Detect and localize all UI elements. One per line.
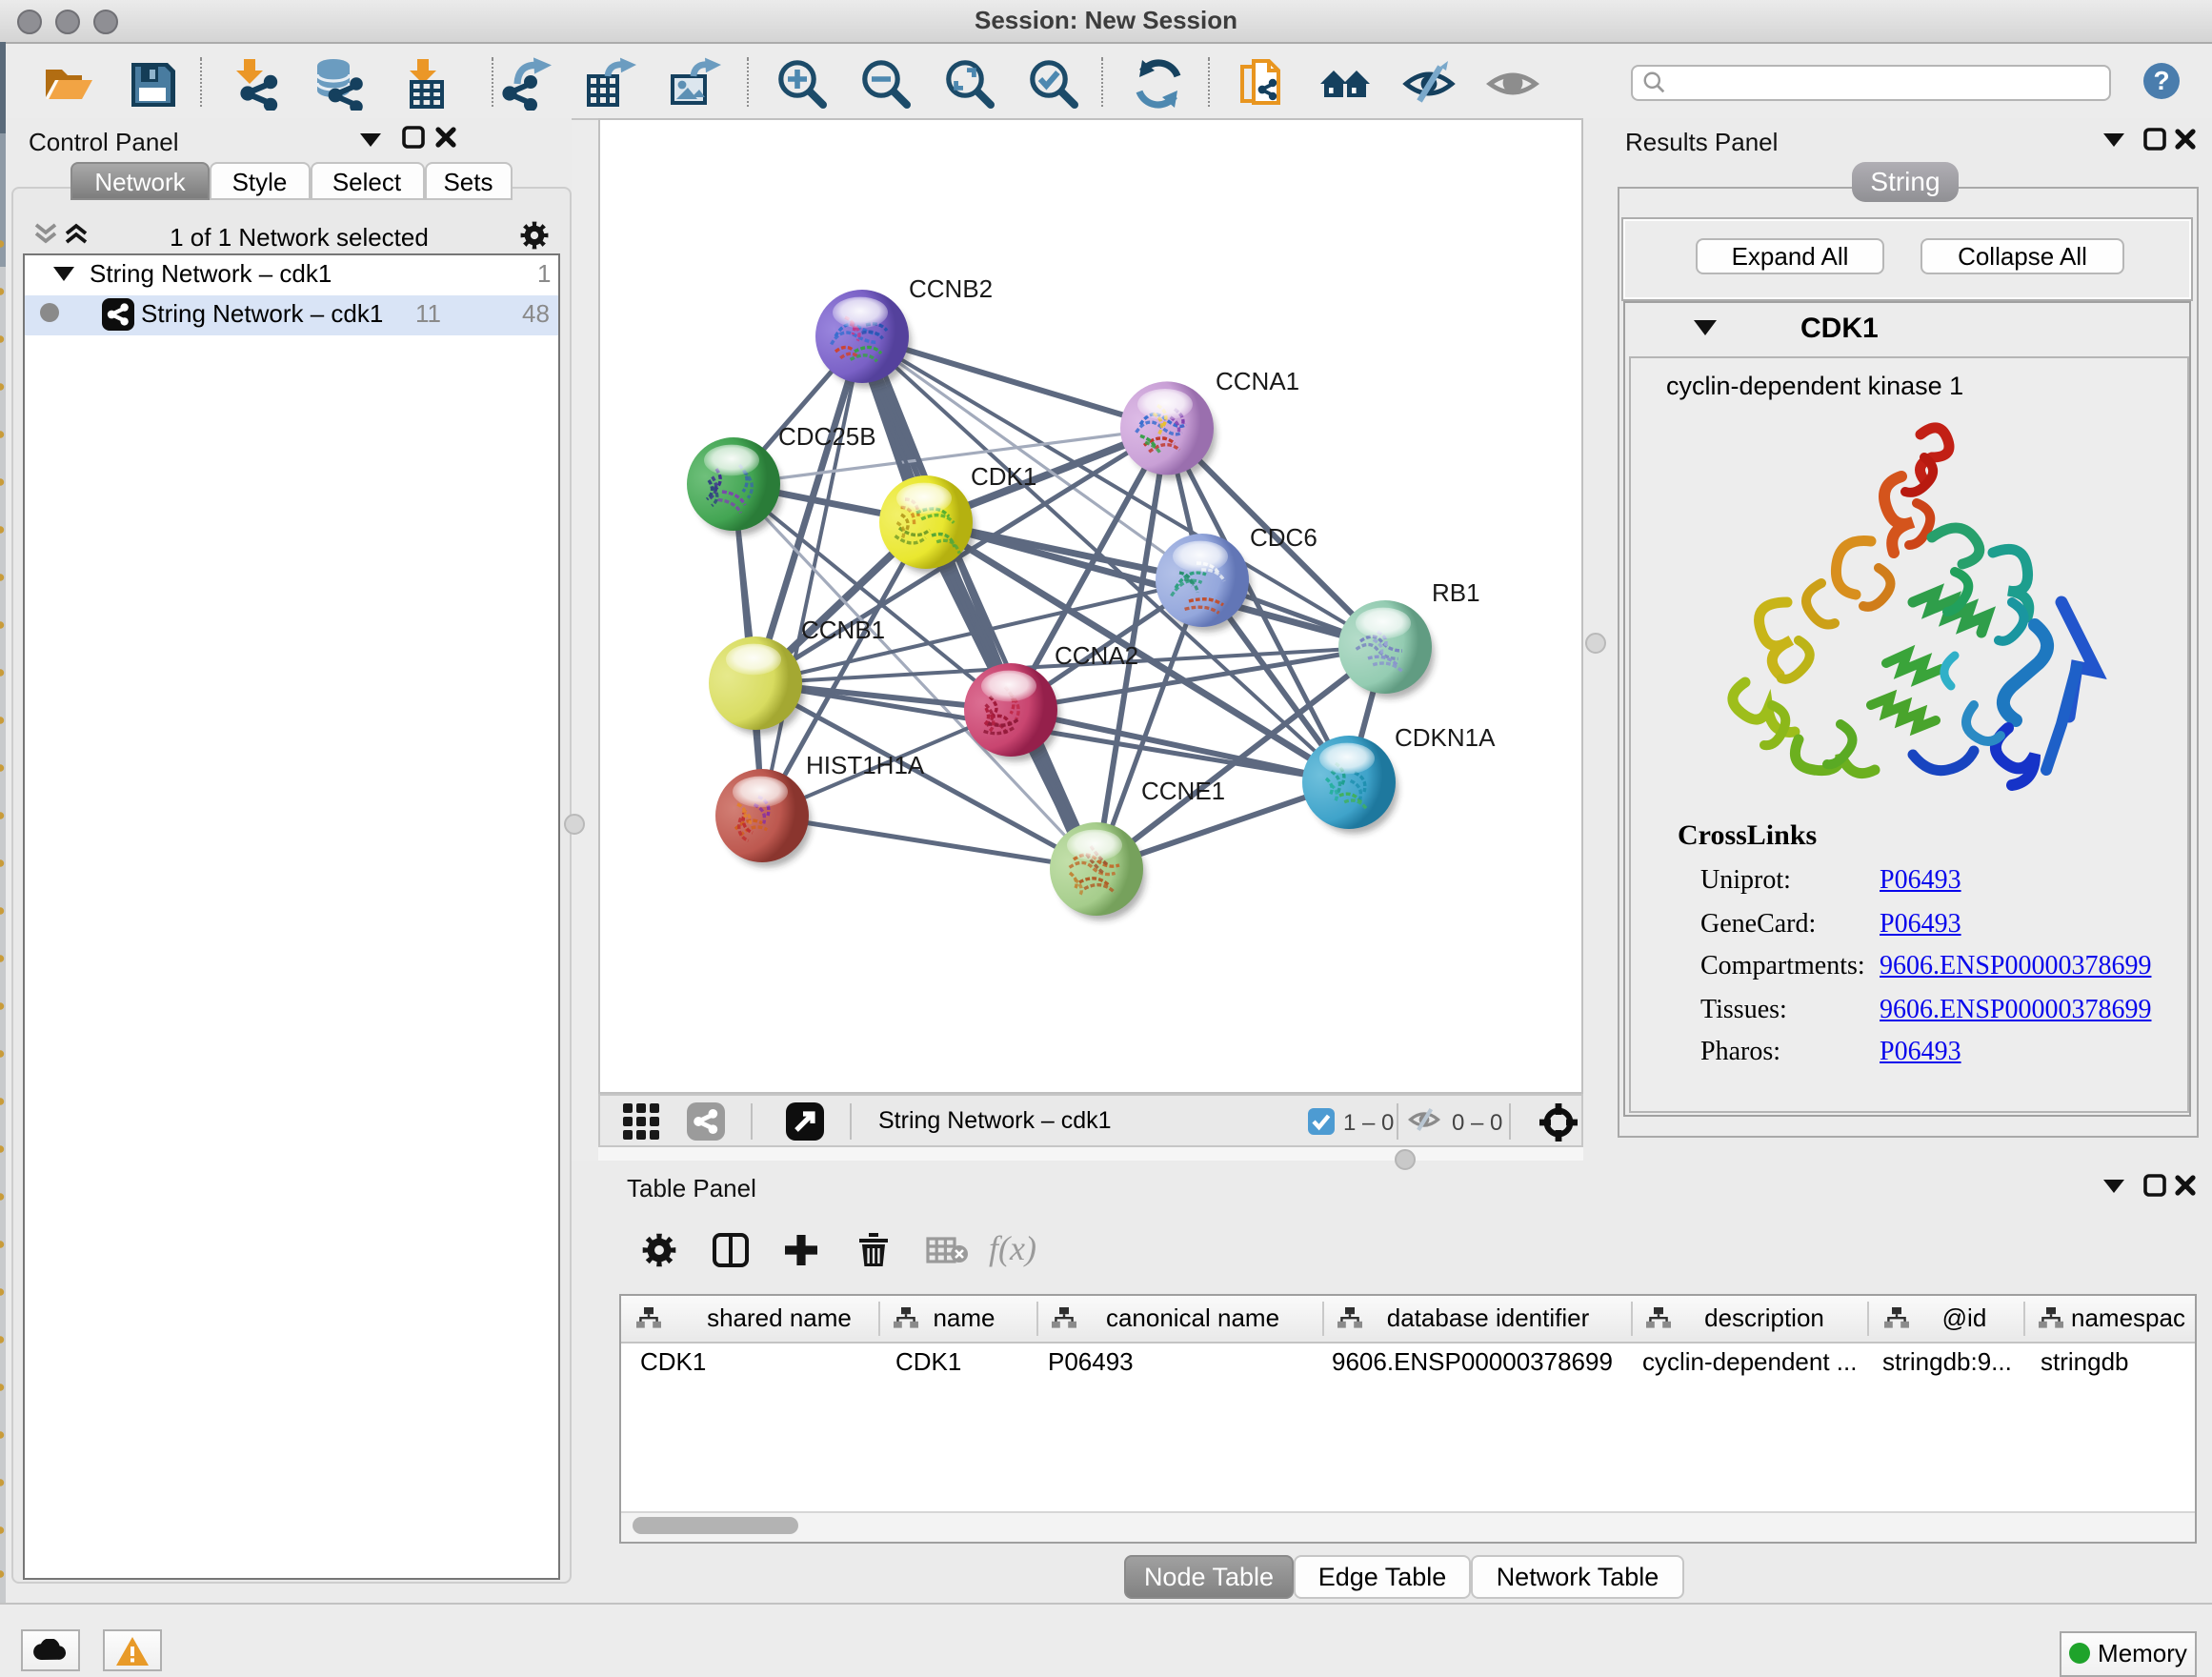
svg-text:CDKN1A: CDKN1A [1395,723,1496,752]
svg-text:CDC25B: CDC25B [778,422,876,451]
svg-text:CCNA1: CCNA1 [1216,367,1299,395]
svg-text:CDK1: CDK1 [971,462,1036,491]
svg-text:CDC6: CDC6 [1250,523,1317,552]
svg-text:RB1: RB1 [1432,578,1480,607]
svg-text:HIST1H1A: HIST1H1A [806,751,925,779]
svg-text:CCNE1: CCNE1 [1141,777,1225,805]
svg-text:CCNB1: CCNB1 [801,616,885,644]
svg-text:CCNB2: CCNB2 [909,274,993,303]
svg-text:CCNA2: CCNA2 [1055,641,1138,670]
